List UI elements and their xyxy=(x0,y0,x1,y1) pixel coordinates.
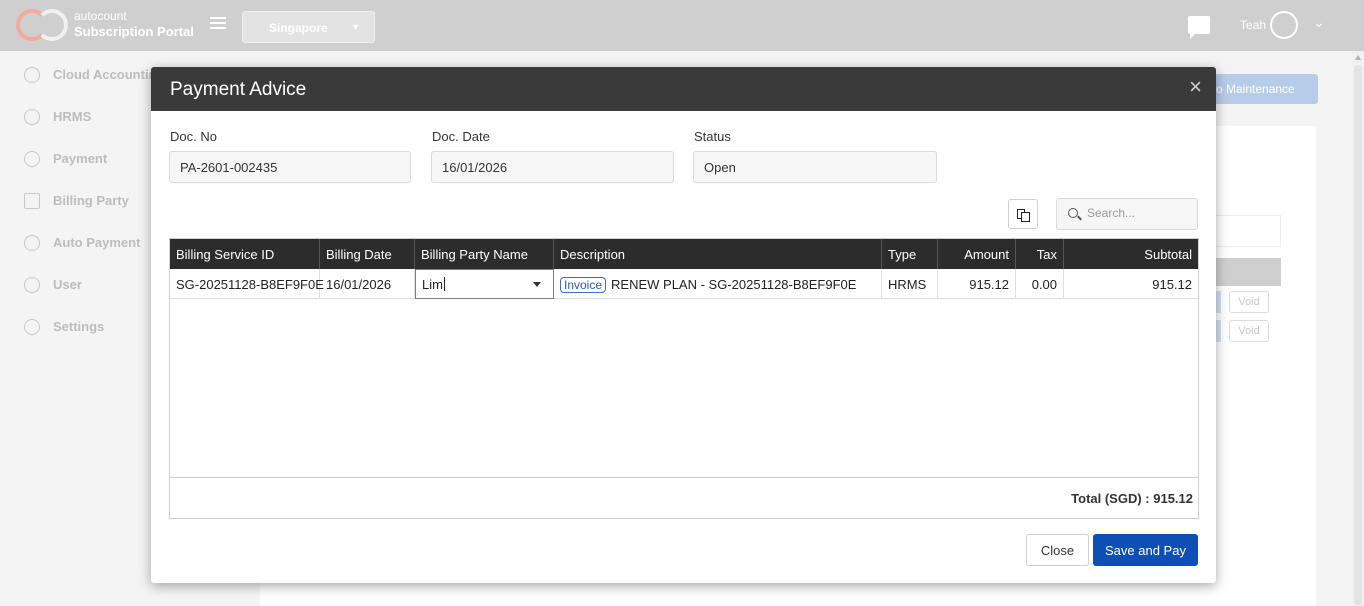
brand-subtitle: Subscription Portal xyxy=(74,24,194,39)
billing-party-icon xyxy=(24,193,40,209)
copy-icon-front xyxy=(1021,212,1030,222)
grid-footer: Total (SGD) : 915.12 xyxy=(170,477,1198,518)
sidebar-item-label: HRMS xyxy=(53,109,92,124)
search-box[interactable] xyxy=(1056,198,1198,230)
top-navbar: autocount Subscription Portal Singapore … xyxy=(0,0,1364,51)
modal-header: Payment Advice × xyxy=(151,67,1216,111)
search-input[interactable] xyxy=(1087,206,1187,220)
user-menu-chevron-icon[interactable]: ⌄ xyxy=(1313,14,1325,31)
payment-advice-modal: Payment Advice × Doc. No PA-2601-002435 … xyxy=(151,67,1216,583)
description-text: RENEW PLAN - SG-20251128-B8EF9F0E xyxy=(611,277,857,292)
maintenance-button[interactable]: o Maintenance xyxy=(1212,74,1318,104)
background-grid-header xyxy=(1215,258,1281,286)
region-select-value: Singapore xyxy=(269,21,328,35)
save-and-pay-button[interactable]: Save and Pay xyxy=(1093,534,1198,566)
table-row[interactable]: SG-20251128-B8EF9F0E 16/01/2026 Lim Invo… xyxy=(170,269,1198,299)
billing-party-name-dropdown[interactable]: Lim xyxy=(415,269,554,299)
background-filter-row xyxy=(1215,215,1281,247)
cell-billing-service-id: SG-20251128-B8EF9F0E xyxy=(170,269,324,299)
cell-billing-date: 16/01/2026 xyxy=(320,269,415,299)
column-header-billing-date[interactable]: Billing Date xyxy=(320,239,415,269)
status-label: Status xyxy=(694,129,731,144)
cell-tax: 0.00 xyxy=(1016,269,1064,299)
doc-no-field[interactable]: PA-2601-002435 xyxy=(169,151,411,183)
hrms-icon xyxy=(24,109,40,125)
doc-no-label: Doc. No xyxy=(170,129,217,144)
column-header-billing-service-id[interactable]: Billing Service ID xyxy=(170,239,320,269)
column-header-subtotal[interactable]: Subtotal xyxy=(1064,239,1198,269)
copy-button[interactable] xyxy=(1008,199,1038,229)
dropdown-caret-icon[interactable] xyxy=(533,282,541,287)
scrollbar-thumb[interactable] xyxy=(1354,65,1362,605)
close-icon[interactable]: × xyxy=(1189,76,1202,98)
chat-icon[interactable] xyxy=(1188,16,1210,39)
payment-icon xyxy=(24,151,40,167)
search-icon xyxy=(1068,208,1078,218)
hamburger-menu-icon[interactable] xyxy=(210,17,226,29)
user-name[interactable]: Teah xyxy=(1240,18,1266,32)
brand-name: autocount xyxy=(74,9,127,23)
auto-payment-icon xyxy=(24,235,40,251)
text-cursor xyxy=(443,277,445,291)
void-button[interactable]: Void xyxy=(1229,320,1269,342)
grid-header: Billing Service ID Billing Date Billing … xyxy=(170,239,1198,269)
sidebar-item-label: Cloud Accounting xyxy=(53,67,165,82)
void-button[interactable]: Void xyxy=(1229,291,1269,313)
billing-grid: Billing Service ID Billing Date Billing … xyxy=(169,238,1199,519)
sidebar-item-label: Settings xyxy=(53,319,105,334)
cell-amount: 915.12 xyxy=(938,269,1016,299)
cell-subtotal: 915.12 xyxy=(1152,277,1192,292)
invoice-badge[interactable]: Invoice xyxy=(560,277,607,293)
cloud-icon xyxy=(24,67,40,83)
sidebar-item-label: Payment xyxy=(53,151,108,166)
chevron-down-icon: ▼ xyxy=(351,22,360,32)
column-header-amount[interactable]: Amount xyxy=(938,239,1016,269)
billing-party-name-value: Lim xyxy=(422,277,443,292)
column-header-billing-party-name[interactable]: Billing Party Name xyxy=(415,239,554,269)
column-header-tax[interactable]: Tax xyxy=(1016,239,1064,269)
settings-icon xyxy=(24,319,40,335)
sidebar-item-label: Auto Payment xyxy=(53,235,141,250)
region-select[interactable]: Singapore ▼ xyxy=(242,11,375,43)
user-icon xyxy=(24,277,40,293)
modal-title: Payment Advice xyxy=(170,79,307,100)
sidebar-item-label: User xyxy=(53,277,82,292)
total-amount: Total (SGD) : 915.12 xyxy=(1071,491,1193,506)
page-scrollbar[interactable] xyxy=(1352,51,1364,606)
user-avatar-icon[interactable] xyxy=(1270,11,1298,39)
autocount-logo xyxy=(16,9,70,41)
cell-type: HRMS xyxy=(882,269,938,299)
column-header-description[interactable]: Description xyxy=(554,239,882,269)
doc-date-field[interactable]: 16/01/2026 xyxy=(431,151,674,183)
doc-date-label: Doc. Date xyxy=(432,129,490,144)
close-button[interactable]: Close xyxy=(1026,534,1089,566)
column-header-type[interactable]: Type xyxy=(882,239,938,269)
cell-description: Invoice RENEW PLAN - SG-20251128-B8EF9F0E xyxy=(554,269,882,299)
sidebar-item-label: Billing Party xyxy=(53,193,129,208)
status-field[interactable]: Open xyxy=(693,151,937,183)
